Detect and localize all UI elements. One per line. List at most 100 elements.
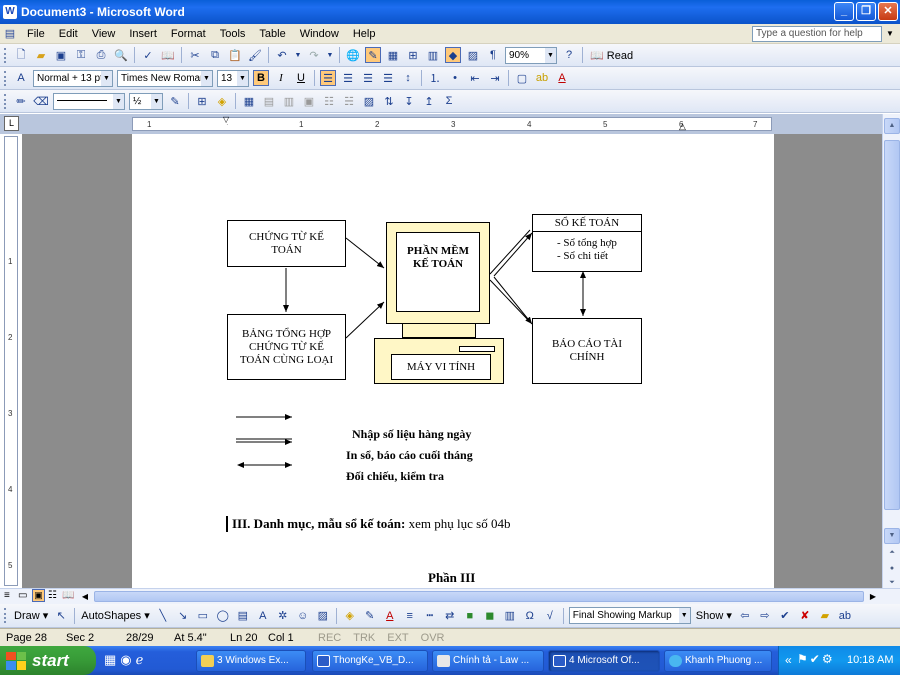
vertical-ruler[interactable]: 1 2 3 4 5 [4, 136, 18, 586]
document-icon[interactable]: ▤ [2, 26, 18, 42]
bullets-icon[interactable]: • [447, 70, 463, 86]
line-icon[interactable]: ╲ [155, 608, 171, 624]
line-spacing-icon[interactable]: ↕ [400, 70, 416, 86]
menu-help[interactable]: Help [346, 24, 383, 44]
eraser-icon[interactable]: ⌫ [33, 93, 49, 109]
markup-mode-select[interactable]: Final Showing Markup ▼ [568, 607, 691, 624]
bold-icon[interactable]: B [253, 70, 269, 86]
menu-window[interactable]: Window [293, 24, 346, 44]
ie-icon[interactable]: ℯ [136, 652, 148, 667]
print-icon[interactable]: ⎙ [93, 47, 109, 63]
show-markup-button[interactable]: Show ▾ [693, 609, 735, 622]
task-windows-explorer[interactable]: 3 Windows Ex... [196, 650, 306, 672]
toolbar-grip[interactable] [4, 608, 7, 623]
toolbar-grip[interactable] [4, 47, 7, 63]
open-icon[interactable]: ▰ [33, 47, 49, 63]
line-style-select[interactable]: ▼ [53, 92, 125, 110]
menu-table[interactable]: Table [252, 24, 292, 44]
outline-view-icon[interactable]: ☷ [48, 590, 57, 601]
chrome-icon[interactable]: ◉ [120, 652, 135, 667]
line-weight-select[interactable]: ½ ▼ [129, 92, 163, 110]
insert-table-icon[interactable]: ▦ [241, 93, 257, 109]
zoom-select[interactable]: 90% ▼ [505, 46, 557, 64]
font-select[interactable]: Times New Roman ▼ [117, 69, 213, 87]
align-center-icon[interactable]: ☰ [340, 70, 356, 86]
task-microsoft-office[interactable]: 4 Microsoft Of... [548, 650, 660, 672]
word-app-icon[interactable]: W [3, 5, 17, 19]
task-thongke[interactable]: ThongKe_VB_D... [312, 650, 428, 672]
tab-selector[interactable]: L [4, 116, 19, 131]
text-direction-icon[interactable]: ⇅ [381, 93, 397, 109]
autoshapes-menu-button[interactable]: AutoShapes ▾ [78, 609, 153, 622]
sort-descending-icon[interactable]: ↥ [421, 93, 437, 109]
status-ovr[interactable]: OVR [415, 632, 451, 644]
right-indent-marker-icon[interactable]: △ [679, 121, 686, 132]
format-painter-icon[interactable]: 🖌 [247, 47, 263, 63]
autosum-icon[interactable]: Σ [441, 93, 457, 109]
spelling-icon[interactable]: ✓ [140, 47, 156, 63]
merge-cells-icon[interactable]: ▤ [261, 93, 277, 109]
draw-font-color-icon[interactable]: A [382, 608, 398, 624]
tray-icons[interactable]: ⚑✔⚙ [797, 652, 835, 666]
box-so-ke-toan[interactable]: SỔ KẾ TOÁN - Sổ tổng hợp - Sổ chi tiết [532, 214, 642, 272]
scroll-left-icon[interactable]: ◀ [78, 590, 92, 603]
border-color-icon[interactable]: ✎ [167, 93, 183, 109]
rectangle-icon[interactable]: ▭ [195, 608, 211, 624]
dash-style-icon[interactable]: ┅ [422, 608, 438, 624]
drawing-icon[interactable]: ◆ [445, 47, 461, 63]
align-cell-icon[interactable]: ▣ [301, 93, 317, 109]
help-icon[interactable]: ? [561, 47, 577, 63]
shadow-icon[interactable]: ■ [462, 608, 478, 624]
fill-color-icon[interactable]: ◈ [342, 608, 358, 624]
computer-monitor[interactable]: PHẦN MỀM KẾ TOÁN [386, 222, 490, 324]
picture-icon[interactable]: ▨ [315, 608, 331, 624]
menu-file[interactable]: File [20, 24, 52, 44]
undo-icon[interactable]: ↶ [274, 47, 290, 63]
status-trk[interactable]: TRK [347, 632, 381, 644]
research-icon[interactable]: 📖 [160, 47, 176, 63]
hyperlink-icon[interactable]: 🌐 [345, 47, 361, 63]
insert-table-icon[interactable]: ▦ [385, 47, 401, 63]
arrow-style-icon[interactable]: ⇄ [442, 608, 458, 624]
toolbar-grip[interactable] [4, 93, 7, 109]
draw-table-icon[interactable]: ✏ [13, 93, 29, 109]
start-button[interactable]: start [0, 646, 96, 675]
computer-case[interactable]: MÁY VI TÍNH [374, 338, 504, 384]
normal-view-icon[interactable]: ≡ [4, 590, 10, 601]
outside-border-icon[interactable]: ⊞ [194, 93, 210, 109]
style-select[interactable]: Normal + 13 pt ▼ [33, 69, 113, 87]
menu-format[interactable]: Format [164, 24, 213, 44]
status-ext[interactable]: EXT [381, 632, 414, 644]
help-dropdown-icon[interactable]: ▼ [884, 26, 896, 42]
save-icon[interactable]: ▣ [53, 47, 69, 63]
scroll-up-icon[interactable]: ▲ [884, 118, 900, 134]
task-chinh-ta[interactable]: Chính tả - Law ... [432, 650, 544, 672]
task-khanh-phuong[interactable]: Khanh Phuong ... [664, 650, 772, 672]
arrow-icon[interactable]: ↘ [175, 608, 191, 624]
sort-ascending-icon[interactable]: ↧ [401, 93, 417, 109]
split-cells-icon[interactable]: ▥ [281, 93, 297, 109]
status-rec[interactable]: REC [312, 632, 347, 644]
line-style-icon[interactable]: ≡ [402, 608, 418, 624]
maximize-button[interactable]: ❐ [856, 2, 876, 21]
show-desktop-icon[interactable]: ▦ [104, 652, 120, 667]
increase-indent-icon[interactable]: ⇥ [487, 70, 503, 86]
section-paragraph[interactable]: III. Danh mục, mẫu sổ kế toán: xem phụ l… [226, 516, 510, 532]
justify-icon[interactable]: ☰ [380, 70, 396, 86]
numbering-icon[interactable]: ⒈ [427, 70, 443, 86]
distribute-columns-icon[interactable]: ☵ [341, 93, 357, 109]
styles-icon[interactable]: A [13, 70, 29, 86]
insert-comment-icon[interactable]: ▰ [817, 608, 833, 624]
wordart-icon[interactable]: A [255, 608, 271, 624]
distribute-rows-icon[interactable]: ☷ [321, 93, 337, 109]
cut-icon[interactable]: ✂ [187, 47, 203, 63]
menu-view[interactable]: View [85, 24, 123, 44]
line-color-icon[interactable]: ✎ [362, 608, 378, 624]
show-hide-icon[interactable]: ¶ [485, 47, 501, 63]
close-button[interactable]: ✕ [878, 2, 898, 21]
scroll-thumb[interactable] [884, 140, 900, 510]
vertical-scrollbar[interactable]: ▲ ▼ ⏶ ● ⏷ [882, 114, 900, 588]
oval-icon[interactable]: ◯ [215, 608, 231, 624]
read-button[interactable]: 📖 Read [590, 49, 633, 62]
new-document-icon[interactable]: 🗋 [13, 47, 29, 63]
